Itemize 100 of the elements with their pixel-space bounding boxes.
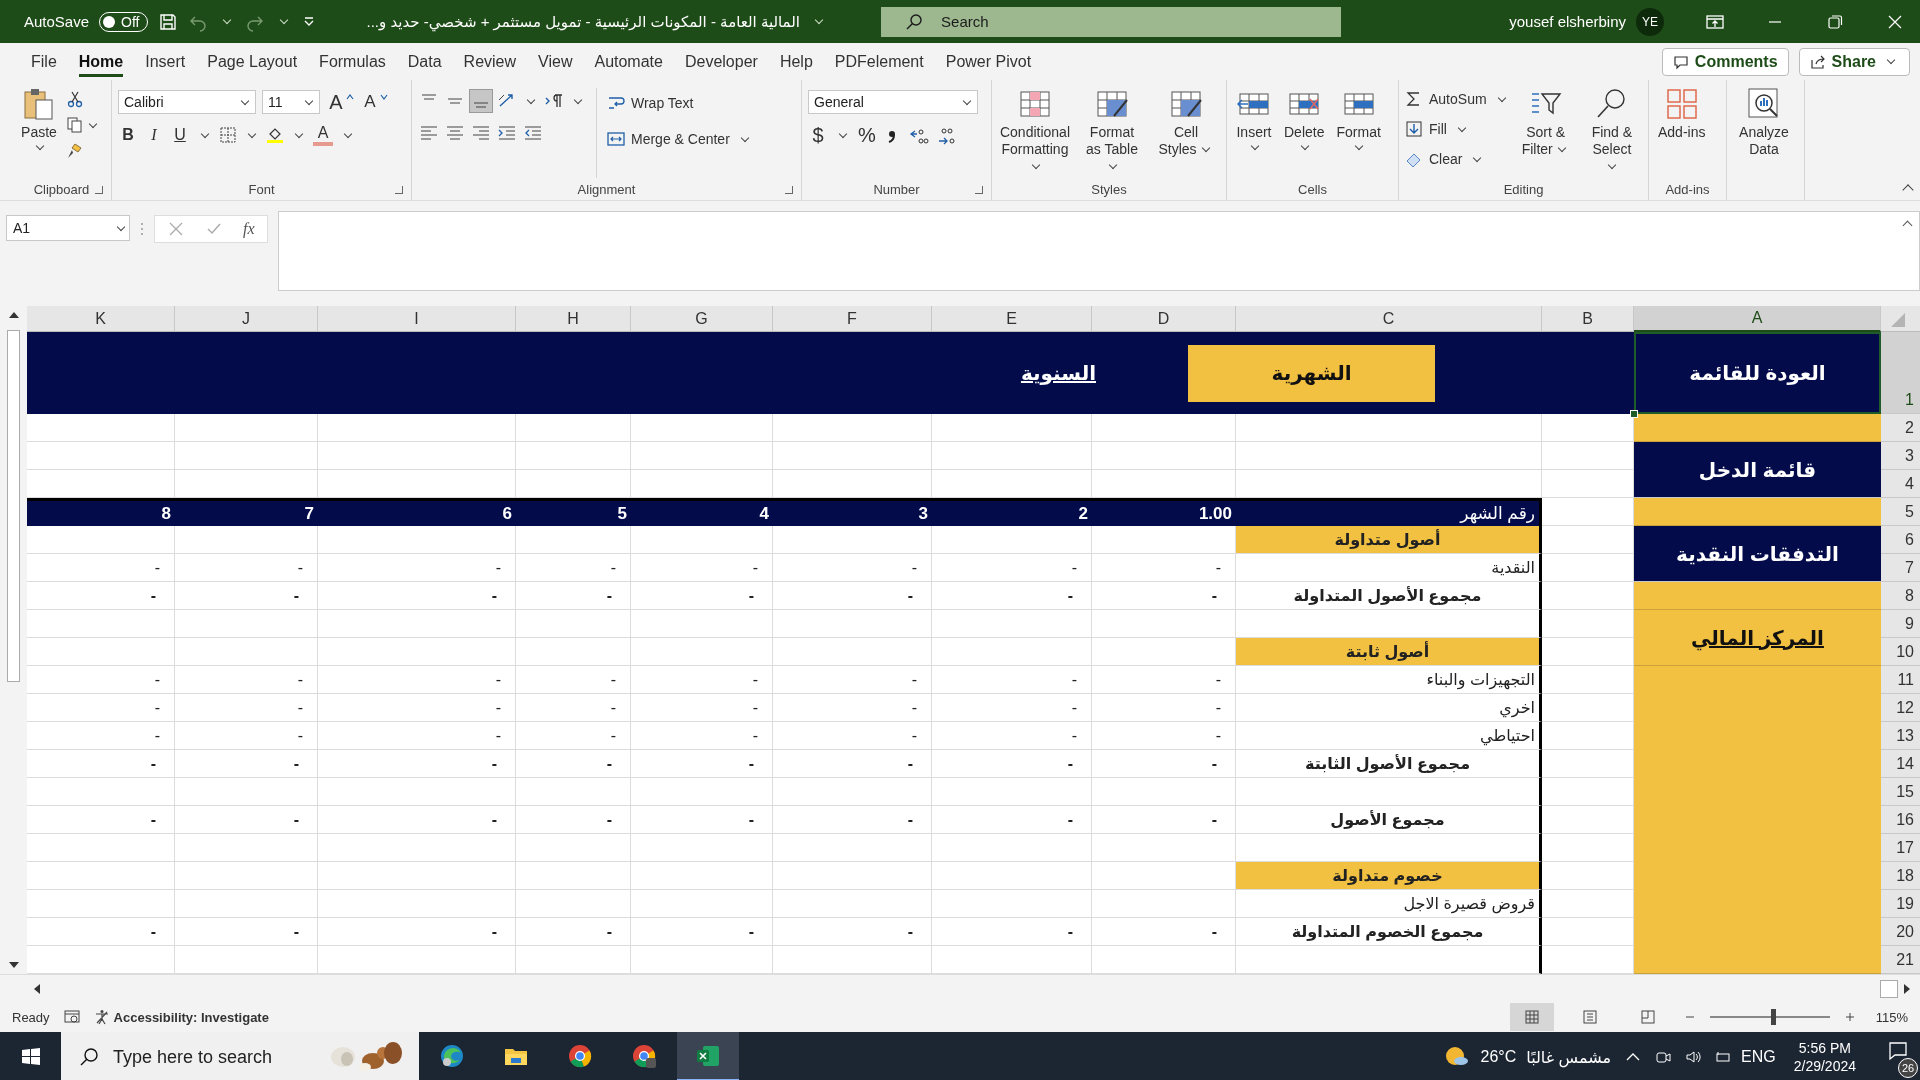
- menu-tab[interactable]: Data: [396, 46, 453, 77]
- italic-button[interactable]: I: [144, 126, 164, 144]
- search-field[interactable]: Search: [881, 6, 1342, 37]
- column-header[interactable]: G: [631, 306, 773, 332]
- menu-tab[interactable]: Power Pivot: [934, 46, 1043, 77]
- row-header[interactable]: 19: [1881, 890, 1920, 918]
- row-header[interactable]: 6: [1881, 526, 1920, 554]
- menu-tab[interactable]: Insert: [134, 46, 197, 77]
- row-header[interactable]: 12: [1881, 694, 1920, 722]
- number-format-field[interactable]: General: [808, 90, 978, 114]
- scroll-down-icon[interactable]: [8, 962, 19, 968]
- battery-icon[interactable]: [1715, 1049, 1732, 1065]
- taskbar-app[interactable]: [677, 1032, 739, 1080]
- brush-icon[interactable]: [66, 142, 84, 160]
- row-header[interactable]: 8: [1881, 582, 1920, 610]
- volume-icon[interactable]: [1685, 1049, 1702, 1065]
- paste-button[interactable]: Paste: [18, 84, 60, 154]
- nav-button[interactable]: التدفقات النقدية: [1634, 526, 1881, 582]
- row-header[interactable]: 7: [1881, 554, 1920, 582]
- camera-icon[interactable]: [1655, 1049, 1672, 1065]
- menu-tab[interactable]: Automate: [583, 46, 674, 77]
- menu-tab[interactable]: View: [527, 46, 584, 77]
- row-header[interactable]: 10: [1881, 638, 1920, 666]
- scroll-left-icon[interactable]: [34, 983, 40, 994]
- cells-button[interactable]: Insert: [1233, 84, 1275, 154]
- row-header[interactable]: 11: [1881, 666, 1920, 694]
- insert-function-button[interactable]: fx: [243, 220, 255, 238]
- nav-link-cell[interactable]: المركز المالي: [1634, 610, 1881, 666]
- font-color-button[interactable]: A: [313, 124, 333, 146]
- column-header[interactable]: J: [175, 306, 318, 332]
- row-header[interactable]: 18: [1881, 862, 1920, 890]
- bold-button[interactable]: B: [118, 126, 138, 144]
- column-header[interactable]: K: [27, 306, 175, 332]
- menu-tab[interactable]: PDFelement: [823, 46, 935, 77]
- formula-field[interactable]: [277, 211, 1920, 291]
- styles-button[interactable]: Cell Styles: [1152, 84, 1220, 160]
- row-header[interactable]: 3: [1881, 442, 1920, 470]
- font-size-field[interactable]: 11: [262, 90, 320, 114]
- menu-tab[interactable]: Developer: [673, 46, 769, 77]
- row-header[interactable]: 20: [1881, 918, 1920, 946]
- wrap-text-button[interactable]: Wrap Text: [607, 90, 753, 116]
- accessibility-button[interactable]: Accessibility: Investigate: [93, 1009, 269, 1025]
- view-button[interactable]: [1509, 1003, 1554, 1031]
- row-header[interactable]: 4: [1881, 470, 1920, 498]
- period-tab[interactable]: السنوية: [1020, 361, 1096, 385]
- nav-button[interactable]: العودة للقائمة: [1634, 332, 1881, 414]
- zoom-level[interactable]: 115%: [1875, 1009, 1908, 1025]
- row-header[interactable]: 2: [1881, 414, 1920, 442]
- document-title[interactable]: المالية العامة - المكونات الرئيسية - تمويل مستثمر + شخصي- حديد و...: [366, 12, 801, 31]
- user-avatar[interactable]: YE: [1636, 7, 1664, 36]
- grow-font-button[interactable]: A: [326, 90, 346, 114]
- cells-button[interactable]: Delete: [1281, 84, 1328, 154]
- scroll-right-icon[interactable]: [1904, 983, 1910, 994]
- column-header[interactable]: H: [516, 306, 631, 332]
- menu-tab[interactable]: Help: [768, 46, 824, 77]
- share-button[interactable]: Share: [1798, 47, 1910, 76]
- column-header[interactable]: C: [1236, 306, 1542, 332]
- column-header[interactable]: I: [318, 306, 516, 332]
- menu-tab[interactable]: Home: [67, 46, 135, 77]
- column-header[interactable]: F: [773, 306, 932, 332]
- sort-filter-button[interactable]: Sort & Filter: [1515, 84, 1576, 160]
- scissors-icon[interactable]: [66, 90, 84, 108]
- dialog-launcher-icon[interactable]: [95, 186, 103, 194]
- scroll-thumb[interactable]: [1880, 979, 1898, 998]
- menu-tab[interactable]: File: [20, 46, 68, 77]
- name-box[interactable]: A1: [6, 215, 130, 241]
- column-header[interactable]: B: [1542, 306, 1634, 332]
- clock[interactable]: 5:56 PM 2/29/2024: [1793, 1038, 1856, 1076]
- styles-button[interactable]: Conditional Formatting: [998, 84, 1072, 177]
- menu-tab[interactable]: Page Layout: [196, 46, 309, 77]
- period-tab[interactable]: الشهرية: [1188, 344, 1435, 402]
- language-indicator[interactable]: ENG: [1741, 1048, 1776, 1066]
- autosum-button[interactable]: AutoSum: [1405, 86, 1510, 112]
- percent-button[interactable]: %: [857, 124, 877, 147]
- column-header[interactable]: D: [1092, 306, 1236, 332]
- add-ins-button[interactable]: Add-ins: [1655, 84, 1709, 143]
- copy-icon[interactable]: [66, 116, 84, 134]
- grip-icon[interactable]: [140, 221, 144, 237]
- row-header[interactable]: 21: [1881, 946, 1920, 974]
- scroll-up-icon[interactable]: [8, 312, 19, 318]
- merge-center-button[interactable]: Merge & Center: [607, 126, 753, 152]
- shrink-font-button[interactable]: A: [360, 92, 380, 112]
- fill-handle[interactable]: [1630, 410, 1638, 418]
- underline-button[interactable]: U: [170, 126, 190, 144]
- notifications-button[interactable]: 26: [1876, 1034, 1920, 1080]
- column-header[interactable]: A: [1634, 306, 1881, 332]
- dialog-launcher-icon[interactable]: [975, 186, 983, 194]
- weather-text[interactable]: مشمس غالبًا: [1526, 1047, 1612, 1067]
- row-header[interactable]: 13: [1881, 722, 1920, 750]
- row-header[interactable]: 14: [1881, 750, 1920, 778]
- row-header[interactable]: 1: [1881, 332, 1920, 414]
- menu-tab[interactable]: Review: [452, 46, 528, 77]
- find-select-button[interactable]: Find & Select: [1581, 84, 1642, 177]
- styles-button[interactable]: Format as Table: [1078, 84, 1146, 177]
- save-icon[interactable]: [158, 11, 179, 32]
- borders-icon[interactable]: [219, 126, 237, 144]
- font-name-field[interactable]: Calibri: [118, 90, 256, 114]
- comments-button[interactable]: Comments: [1661, 47, 1789, 76]
- temperature-text[interactable]: 26°C: [1480, 1048, 1517, 1066]
- row-header[interactable]: 5: [1881, 498, 1920, 526]
